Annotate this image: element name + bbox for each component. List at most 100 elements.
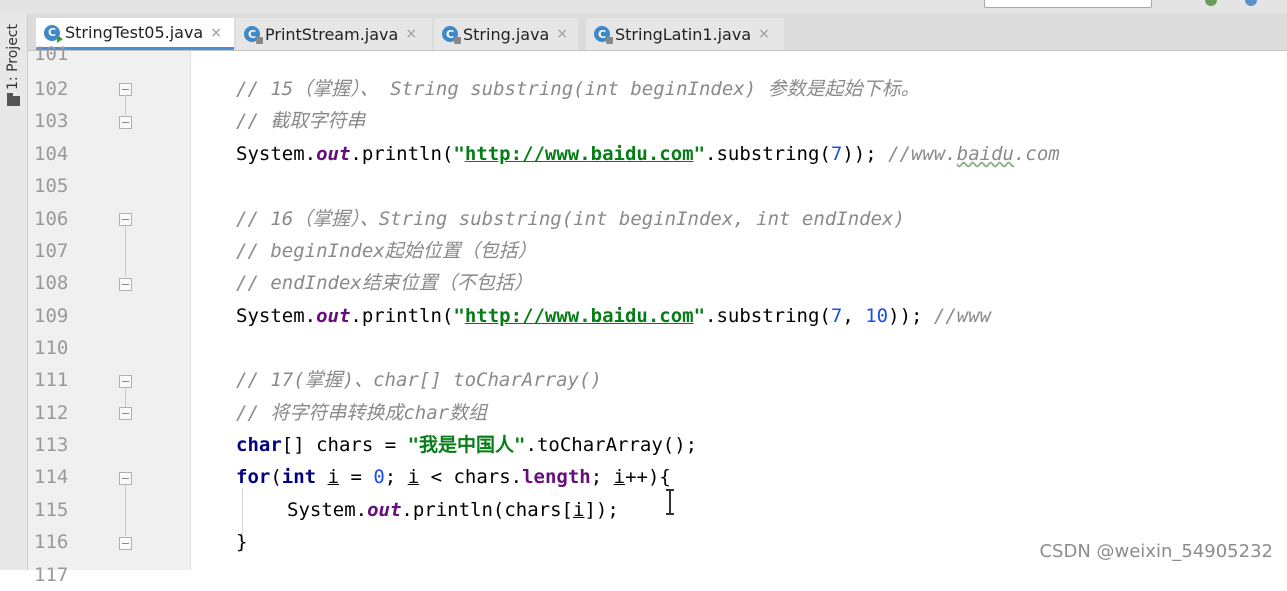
code-token: 7	[830, 143, 843, 165]
code-line-114: for(int i = 0; i < chars.length; i++){	[236, 461, 671, 493]
line-number: 114	[34, 466, 69, 488]
tab-printstream[interactable]: C PrintStream.java ×	[236, 18, 432, 50]
code-token: System.	[236, 305, 317, 327]
run-config-selector[interactable]	[984, 0, 1152, 8]
tab-label: PrintStream.java	[265, 24, 399, 44]
fold-guide	[125, 484, 126, 536]
line-number: 112	[34, 402, 69, 424]
code-line-109: System.out.println("http://www.baidu.com…	[236, 300, 991, 332]
line-number: 117	[34, 564, 69, 586]
line-number: 103	[34, 110, 69, 132]
code-token: i	[327, 466, 340, 488]
code-line-108: // endIndex结束位置（不包括）	[236, 272, 533, 294]
code-token: ;	[384, 466, 408, 488]
code-line-102: // 15（掌握）、 String substring(int beginInd…	[236, 78, 920, 100]
project-tab-label: 1: Project	[5, 24, 21, 90]
code-token: out	[316, 305, 351, 327]
code-token: 0	[373, 466, 385, 488]
code-token: length	[522, 466, 591, 488]
text-cursor-icon	[666, 489, 674, 515]
code-line-115: System.out.println(chars[i]);	[287, 494, 619, 526]
code-token: (	[270, 466, 282, 488]
line-number: 113	[34, 434, 69, 456]
line-number: 104	[34, 143, 69, 165]
java-class-library-icon: C	[442, 26, 461, 44]
code-token: System.	[236, 143, 317, 165]
folder-icon	[6, 92, 20, 106]
java-class-library-icon: C	[244, 26, 263, 44]
debug-icon[interactable]	[1245, 0, 1257, 6]
code-token: "	[453, 305, 465, 327]
line-number: 116	[34, 531, 69, 553]
code-token: System.	[287, 499, 368, 521]
line-number: 108	[34, 272, 69, 294]
close-icon[interactable]: ×	[210, 25, 222, 41]
code-token: out	[367, 499, 402, 521]
editor-tab-bar: C StringTest05.java × C PrintStream.java…	[28, 14, 1287, 51]
code-line-103: // 截取字符串	[236, 110, 366, 132]
fold-marker[interactable]	[119, 407, 132, 420]
code-token: i	[407, 466, 420, 488]
line-number: 105	[34, 175, 69, 197]
line-number: 107	[34, 240, 69, 262]
code-token: "	[693, 305, 706, 327]
code-token: "我是中国人"	[407, 434, 526, 456]
code-token: 10	[865, 305, 889, 327]
code-token: [] chars =	[281, 434, 408, 456]
code-token: .com	[1013, 143, 1060, 165]
code-line-113: char[] chars = "我是中国人".toCharArray();	[236, 429, 697, 461]
code-editor[interactable]: // 15（掌握）、 String substring(int beginInd…	[190, 51, 1287, 570]
close-icon[interactable]: ×	[405, 26, 417, 42]
tab-label: StringTest05.java	[65, 23, 204, 42]
code-token: < chars.	[419, 466, 523, 488]
code-token: char	[236, 434, 282, 456]
tab-stringlatin1[interactable]: C StringLatin1.java ×	[586, 18, 784, 50]
code-token: .toCharArray();	[525, 434, 698, 456]
code-token: ));	[888, 305, 934, 327]
code-token: //www.	[888, 143, 957, 165]
code-token: .println(	[350, 143, 454, 165]
close-icon[interactable]: ×	[556, 26, 568, 42]
code-line-116: }	[236, 531, 248, 553]
line-number: 110	[34, 337, 69, 359]
code-token: int	[281, 466, 317, 488]
code-line-107: // beginIndex起始位置（包括）	[236, 240, 537, 262]
code-line-104: System.out.println("http://www.baidu.com…	[236, 138, 1060, 170]
java-class-library-icon: C	[594, 26, 613, 44]
code-token: ++){	[625, 466, 671, 488]
url-link[interactable]: http://www.baidu.com	[465, 305, 694, 327]
watermark: CSDN @weixin_54905232	[1039, 541, 1273, 562]
code-token: .println(	[350, 305, 454, 327]
close-icon[interactable]: ×	[758, 26, 770, 42]
code-line-112: // 将字符串转换成char数组	[236, 402, 488, 424]
line-number: 109	[34, 305, 69, 327]
fold-marker[interactable]	[119, 537, 132, 550]
project-tool-button[interactable]: 1: Project	[1, 24, 25, 134]
fold-guide	[125, 387, 126, 407]
code-token: ]);	[584, 499, 619, 521]
tab-label: String.java	[463, 24, 550, 44]
tab-string[interactable]: C String.java ×	[434, 18, 578, 50]
fold-guide	[125, 225, 126, 277]
code-token: i	[613, 466, 626, 488]
code-token: baidu	[956, 143, 1014, 165]
code-token: "	[453, 143, 465, 165]
line-number: 106	[34, 208, 69, 230]
url-link[interactable]: http://www.baidu.com	[465, 143, 694, 165]
code-token: =	[339, 466, 374, 488]
line-number: 101	[34, 43, 69, 65]
code-token: i	[573, 499, 585, 521]
code-token: 7	[830, 305, 843, 327]
code-token: "	[693, 143, 706, 165]
code-line-106: // 16（掌握）、String substring(int beginInde…	[236, 208, 905, 230]
fold-marker[interactable]	[119, 278, 132, 291]
line-number: 102	[34, 78, 69, 100]
fold-guide	[125, 95, 126, 115]
code-token: ;	[590, 466, 614, 488]
run-icon[interactable]	[1205, 0, 1217, 6]
code-token: ));	[842, 143, 889, 165]
fold-marker[interactable]	[119, 116, 132, 129]
code-token: .substring(	[705, 305, 831, 327]
tool-window-bar: 1: Project	[0, 14, 28, 570]
